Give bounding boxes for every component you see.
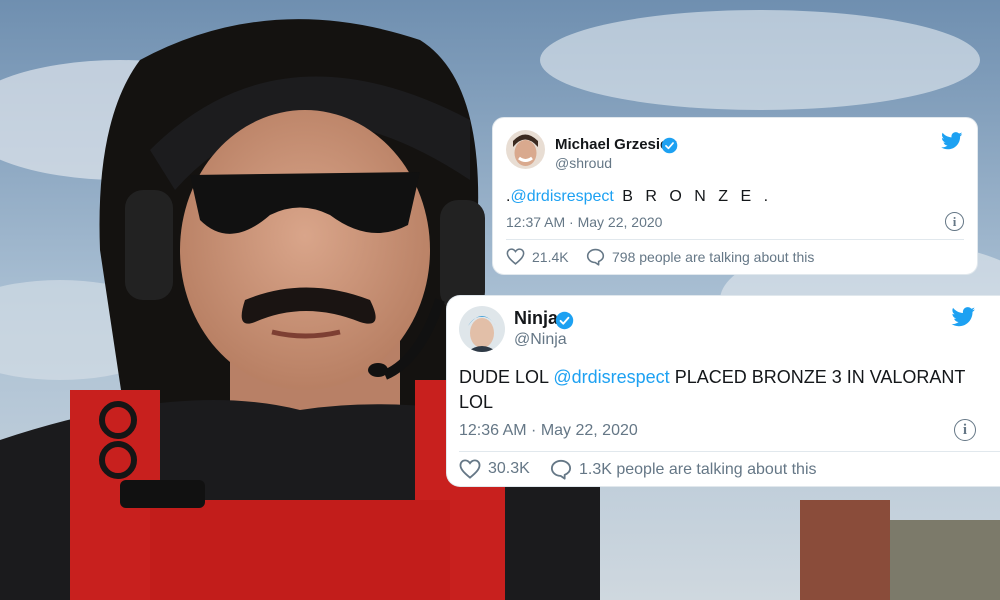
avatar[interactable] [506, 130, 545, 169]
like-button[interactable]: 21.4K [506, 248, 569, 265]
heart-icon [459, 459, 481, 479]
display-name[interactable]: Michael Grzesiek [555, 136, 677, 153]
tweet-card-shroud[interactable]: Michael Grzesiek @shroud .@drdisrespect … [492, 117, 978, 275]
tweet-text: .@drdisrespect B R O N Z E . [506, 188, 772, 206]
speech-bubble-icon [586, 248, 605, 266]
speech-bubble-icon [550, 459, 572, 480]
tweet-text-prefix: DUDE LOL [459, 367, 554, 387]
like-count: 21.4K [532, 248, 569, 265]
display-name[interactable]: Ninja [514, 308, 558, 329]
conversation-count: 1.3K people are talking about this [579, 460, 817, 478]
tweet-text-suffix: B R O N Z E . [613, 188, 773, 205]
tweet-timestamp[interactable]: 12:36 AM · May 22, 2020 [459, 422, 638, 440]
verified-badge-icon [661, 137, 678, 154]
tweet-card-ninja[interactable]: Ninja @Ninja DUDE LOL @drdisrespect PLAC… [446, 295, 1000, 487]
user-handle[interactable]: @Ninja [514, 331, 567, 349]
user-handle[interactable]: @shroud [555, 155, 612, 171]
avatar-image-icon [459, 306, 505, 352]
mention-link[interactable]: @drdisrespect [553, 367, 669, 387]
divider [506, 239, 964, 240]
verified-badge-icon [555, 311, 574, 330]
like-count: 30.3K [488, 460, 530, 477]
divider [459, 451, 1000, 452]
twitter-bird-icon[interactable] [951, 307, 976, 327]
info-icon[interactable]: i [954, 419, 976, 441]
tweet-text: DUDE LOL @drdisrespect PLACED BRONZE 3 I… [459, 365, 979, 415]
conversation-link[interactable]: 798 people are talking about this [586, 248, 814, 266]
heart-icon [506, 248, 525, 265]
info-icon[interactable]: i [945, 212, 964, 231]
mention-link[interactable]: @drdisrespect [510, 188, 613, 205]
conversation-link[interactable]: 1.3K people are talking about this [550, 459, 817, 480]
avatar[interactable] [459, 306, 505, 352]
twitter-bird-icon[interactable] [941, 132, 963, 150]
like-button[interactable]: 30.3K [459, 459, 530, 479]
tweet-timestamp[interactable]: 12:37 AM · May 22, 2020 [506, 214, 662, 230]
conversation-count: 798 people are talking about this [612, 249, 815, 265]
avatar-image-icon [506, 130, 545, 169]
